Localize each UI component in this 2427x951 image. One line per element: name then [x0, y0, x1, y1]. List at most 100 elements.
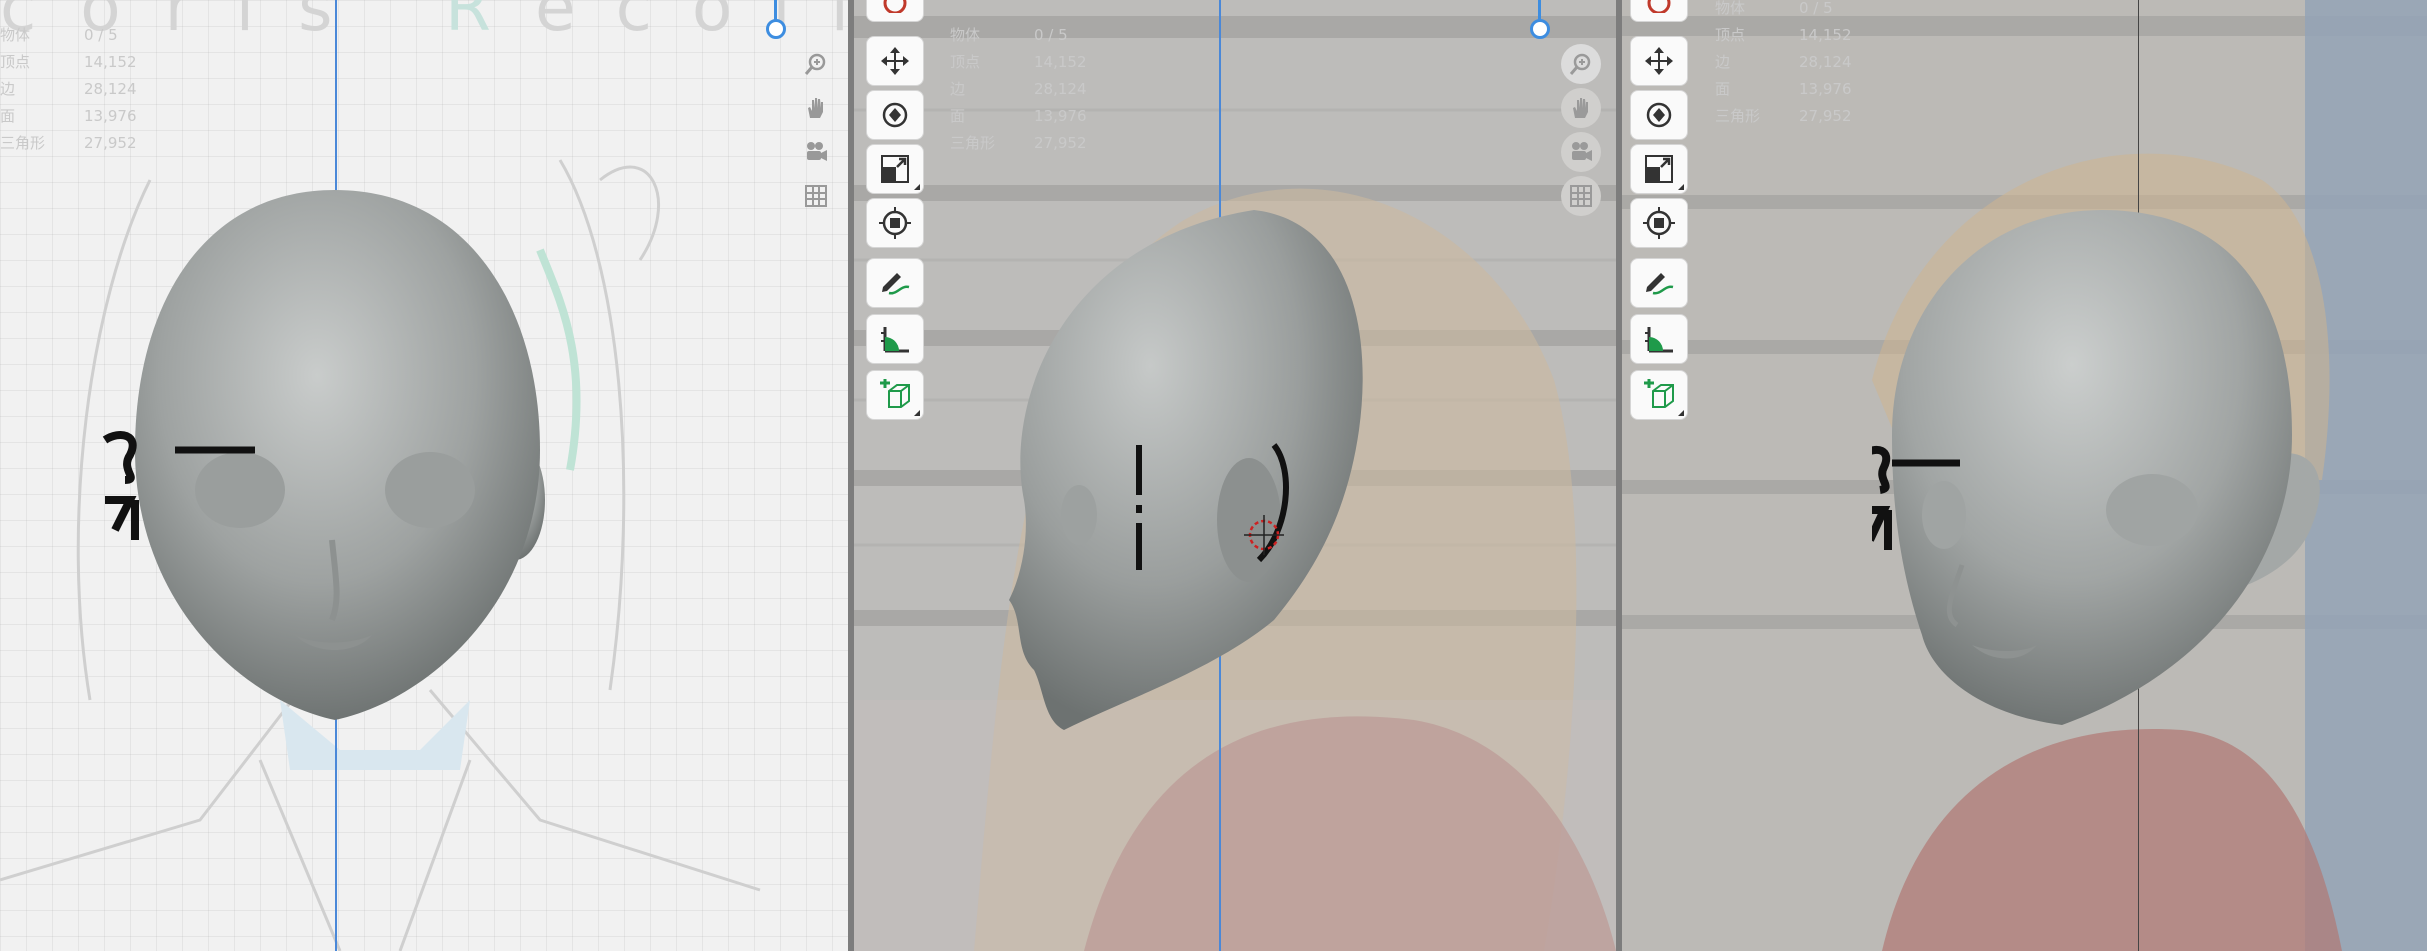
rotate-icon	[1646, 102, 1672, 128]
snap-target-icon	[1643, 207, 1675, 239]
stat-label: 面	[0, 107, 16, 125]
stat-value: 14,152	[84, 53, 137, 71]
stat-label: 物体	[0, 26, 31, 44]
stat-value: 27,952	[1034, 134, 1087, 152]
stat-value: 0 / 5	[1034, 26, 1068, 44]
scale-tool-button[interactable]	[866, 144, 924, 194]
stat-value: 14,152	[1799, 26, 1852, 44]
stat-value: 0 / 5	[84, 26, 118, 44]
grid-toggle-button[interactable]	[796, 176, 836, 216]
zoom-tool-button[interactable]	[796, 44, 836, 84]
move-tool-button[interactable]	[866, 36, 924, 86]
annotation-scribble	[1872, 445, 1892, 550]
transform-icon	[1647, 0, 1671, 13]
zoom-icon	[804, 53, 826, 75]
eye-socket-left	[1922, 481, 1966, 549]
grid-toggle-button[interactable]	[1561, 176, 1601, 216]
move-arrows-icon	[1645, 47, 1673, 75]
head-shape	[1009, 210, 1363, 730]
annotate-tool-button[interactable]	[866, 258, 924, 308]
transform-tool-button[interactable]	[1630, 0, 1688, 22]
eye-socket-left	[195, 452, 285, 528]
eye-socket-right	[2106, 474, 2198, 546]
measure-tool-button[interactable]	[866, 314, 924, 364]
add-object-tool-button[interactable]	[866, 370, 924, 420]
scale-tool-button[interactable]	[1630, 144, 1688, 194]
snap-target-icon	[879, 207, 911, 239]
eye-bulge	[1061, 485, 1097, 545]
scene-stats-panel: 物体 0 / 5 顶点 14,152 边 28,124 面 13,976 三角形 27,9…	[0, 22, 137, 157]
svg-text:R: R	[445, 0, 491, 46]
move-tool-button[interactable]	[1630, 36, 1688, 86]
stat-value: 0 / 5	[1799, 0, 1833, 17]
stat-label: 物体	[1715, 0, 1746, 17]
stat-label: 三角形	[1715, 107, 1761, 125]
three-quarter-viewport[interactable]: 物体 0 / 5 顶点 14,152 边 28,124 面 13,976 三角形 27,9…	[1622, 0, 2427, 951]
measure-angle-icon	[881, 327, 909, 353]
stat-label: 边	[1715, 53, 1731, 71]
stat-value: 28,124	[84, 80, 137, 98]
grid-icon	[1570, 185, 1592, 207]
stat-label: 顶点	[1715, 26, 1746, 44]
head-model-side[interactable]	[1004, 200, 1384, 740]
stat-value: 13,976	[1799, 80, 1852, 98]
stat-label: 边	[950, 80, 966, 98]
stat-value: 13,976	[1034, 107, 1087, 125]
stat-label: 顶点	[950, 53, 981, 71]
camera-tool-button[interactable]	[1561, 132, 1601, 172]
camera-icon	[1572, 142, 1592, 161]
rotate-icon	[882, 102, 908, 128]
zoom-icon	[1569, 53, 1591, 75]
add-cube-icon	[880, 379, 910, 408]
head-model-three-quarter[interactable]	[1872, 205, 2352, 745]
stat-label: 三角形	[0, 134, 46, 152]
front-viewport[interactable]: coris R ecoil	[0, 0, 848, 951]
transform-tool-button[interactable]	[866, 0, 924, 22]
stat-value: 27,952	[84, 134, 137, 152]
move-arrows-icon	[881, 47, 909, 75]
pencil-icon	[1646, 273, 1674, 295]
pan-tool-button[interactable]	[1561, 88, 1601, 128]
eye-socket-right	[385, 452, 475, 528]
ear	[1217, 458, 1281, 582]
rotate-tool-button[interactable]	[1630, 90, 1688, 140]
stat-label: 物体	[950, 26, 981, 44]
grid-icon	[805, 185, 827, 207]
snap-tool-button[interactable]	[1630, 198, 1688, 248]
stat-label: 顶点	[0, 53, 31, 71]
camera-tool-button[interactable]	[796, 132, 836, 172]
annotation-scribble	[102, 431, 139, 540]
hand-icon	[808, 98, 823, 118]
stat-label: 边	[0, 80, 16, 98]
pan-tool-button[interactable]	[796, 88, 836, 128]
stat-label: 三角形	[950, 134, 996, 152]
annotate-tool-button[interactable]	[1630, 258, 1688, 308]
measure-tool-button[interactable]	[1630, 314, 1688, 364]
head-shape	[135, 190, 540, 720]
measure-angle-icon	[1645, 327, 1673, 353]
scene-stats-panel: 物体 0 / 5 顶点 14,152 边 28,124 面 13,976 三角形 27,9…	[950, 22, 1087, 157]
svg-text:ecoil: ecoil	[535, 0, 848, 46]
camera-icon	[807, 142, 827, 161]
stat-value: 28,124	[1799, 53, 1852, 71]
head-shape	[1892, 210, 2292, 725]
snap-tool-button[interactable]	[866, 198, 924, 248]
stat-value: 13,976	[84, 107, 137, 125]
transform-icon	[883, 0, 907, 13]
pencil-icon	[882, 273, 910, 295]
stat-value: 28,124	[1034, 80, 1087, 98]
scene-stats-panel: 物体 0 / 5 顶点 14,152 边 28,124 面 13,976 三角形 27,9…	[1715, 0, 1852, 130]
hand-icon	[1573, 98, 1588, 118]
add-cube-icon	[1644, 379, 1674, 408]
zoom-slider-knob[interactable]	[1530, 19, 1550, 39]
stat-value: 14,152	[1034, 53, 1087, 71]
scale-icon	[881, 155, 909, 183]
zoom-tool-button[interactable]	[1561, 44, 1601, 84]
zoom-slider-knob[interactable]	[766, 19, 786, 39]
head-model-front[interactable]	[100, 180, 600, 740]
stat-label: 面	[1715, 80, 1731, 98]
add-object-tool-button[interactable]	[1630, 370, 1688, 420]
side-viewport[interactable]: 物体 0 / 5 顶点 14,152 边 28,124 面 13,976 三角形 27,9…	[854, 0, 1616, 951]
stat-label: 面	[950, 107, 966, 125]
rotate-tool-button[interactable]	[866, 90, 924, 140]
